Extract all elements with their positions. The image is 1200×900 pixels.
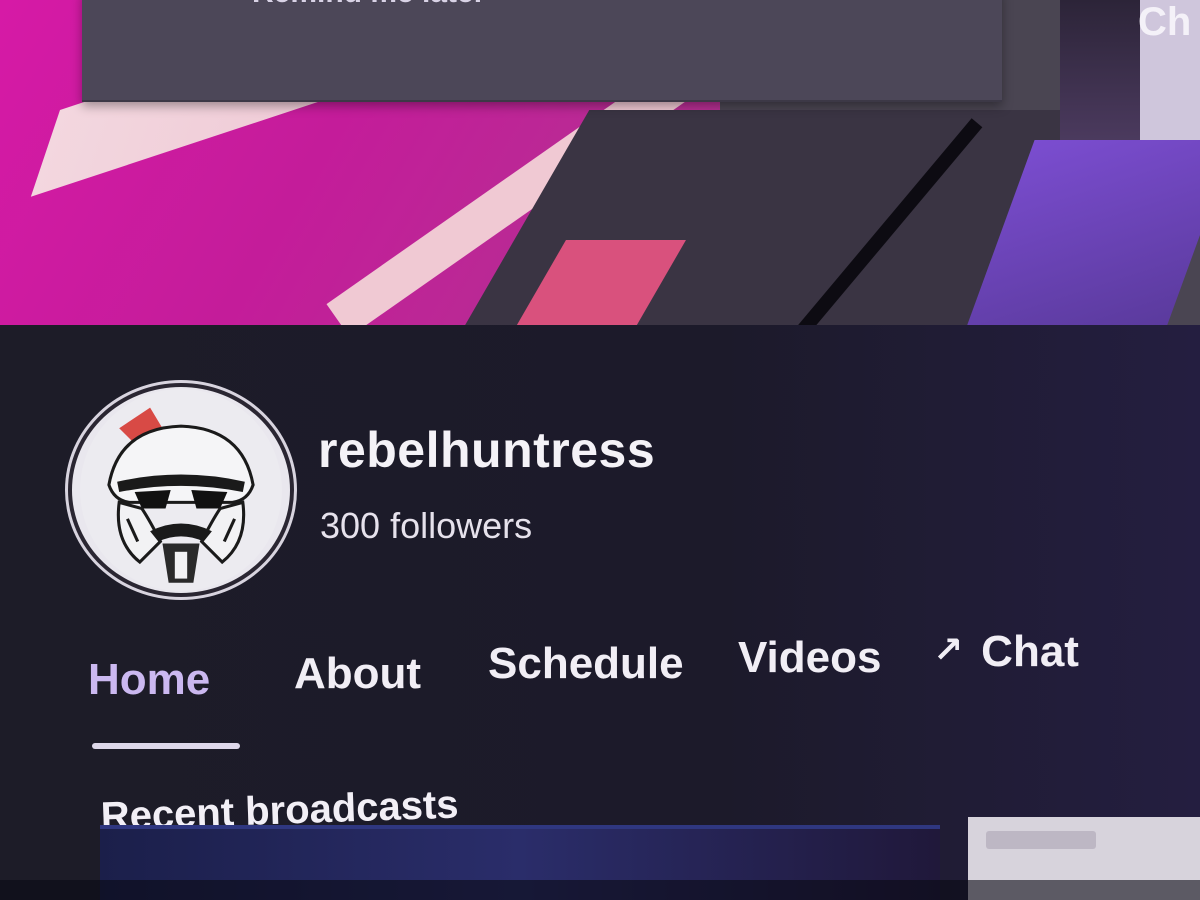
channel-banner: Remind me later Ch xyxy=(0,0,1200,330)
reminder-card: Remind me later xyxy=(82,0,1002,102)
stormtrooper-helmet-icon xyxy=(80,389,282,591)
channel-name[interactable]: rebelhuntress xyxy=(318,421,655,479)
tab-chat-label: Chat xyxy=(981,627,1079,676)
avatar[interactable] xyxy=(68,383,294,597)
video-thumbnail[interactable] xyxy=(1060,0,1140,140)
remind-me-later-button[interactable]: Remind me later xyxy=(252,0,485,10)
thumbnail-badge xyxy=(986,831,1096,849)
channel-page: Remind me later Ch xyxy=(0,0,1200,900)
active-tab-indicator xyxy=(92,743,240,749)
tab-home[interactable]: Home xyxy=(88,655,210,705)
chat-header-label: Ch xyxy=(1138,0,1192,44)
external-arrow-icon: ↗ xyxy=(933,629,964,670)
tab-videos[interactable]: Videos xyxy=(738,633,881,683)
tab-about[interactable]: About xyxy=(294,649,421,699)
tab-schedule[interactable]: Schedule xyxy=(488,639,684,689)
follower-count: 300 followers xyxy=(320,505,533,546)
channel-header: rebelhuntress 300 followers Home About S… xyxy=(0,325,1200,900)
tab-chat[interactable]: ↗ Chat xyxy=(933,627,1079,677)
screen-edge xyxy=(0,880,1200,900)
